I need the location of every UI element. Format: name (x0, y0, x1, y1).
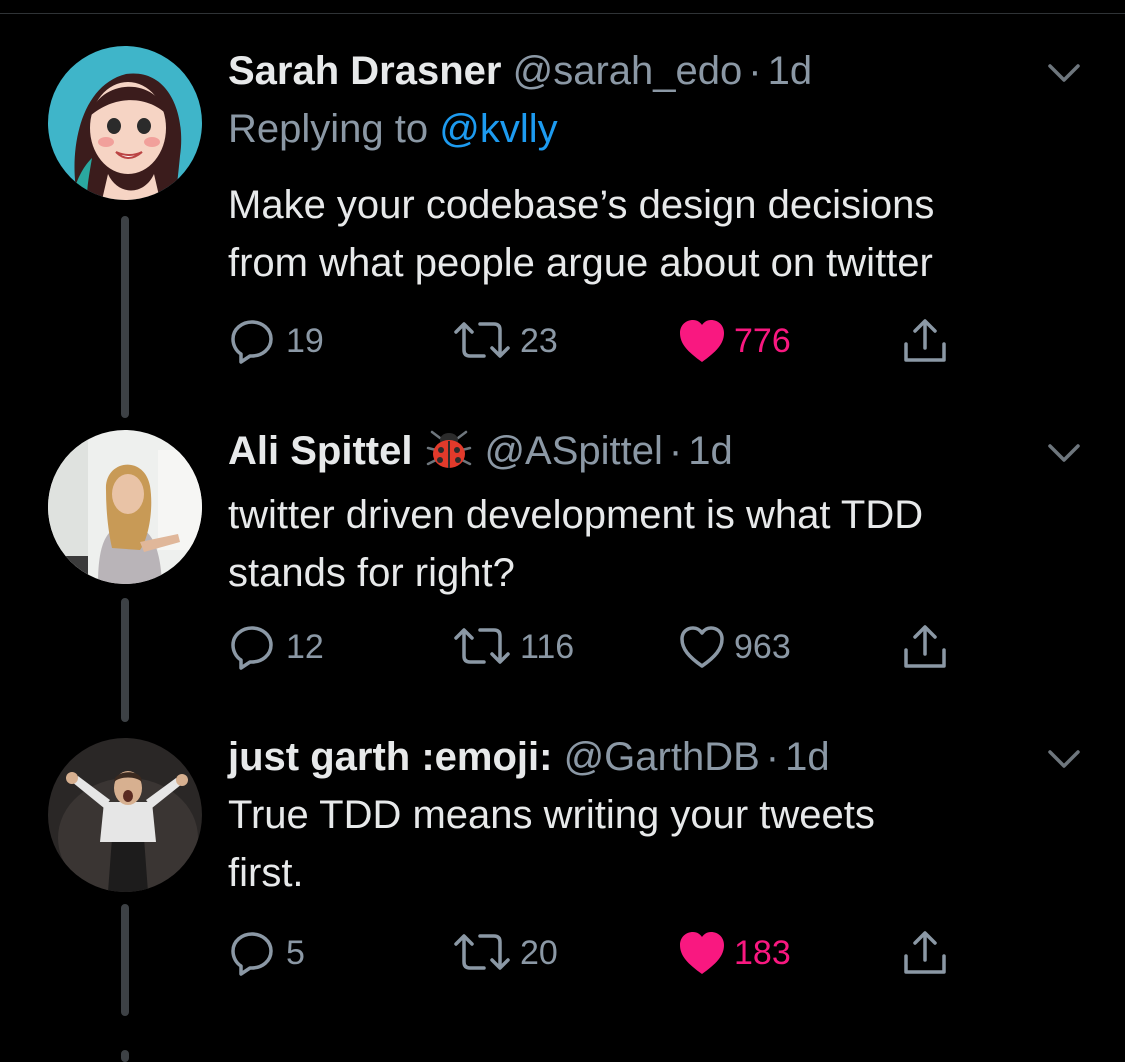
thread-line (121, 216, 129, 418)
tweet-text-line: True TDD means writing your tweets (228, 793, 875, 837)
retweet-icon (454, 934, 510, 970)
tweet-header: just garth :emoji: @GarthDB · 1d (228, 728, 1068, 786)
avatar[interactable] (48, 430, 202, 584)
separator: · (748, 49, 762, 93)
replying-mention-link[interactable]: @kvlly (439, 107, 557, 151)
share-icon (904, 319, 946, 362)
retweet-button[interactable]: 20 (452, 928, 558, 978)
replying-prefix: Replying to (228, 107, 429, 151)
reply-button[interactable]: 12 (228, 622, 324, 672)
share-button[interactable] (900, 316, 950, 366)
handle[interactable]: @sarah_edo (513, 49, 743, 93)
like-button[interactable]: 776 (678, 316, 791, 366)
chevron-down-icon[interactable] (1044, 440, 1084, 466)
like-button[interactable]: 183 (678, 928, 791, 978)
thread-line (121, 904, 129, 1016)
retweet-count: 116 (520, 628, 575, 666)
thread-line (121, 1050, 129, 1062)
timestamp[interactable]: 1d (768, 49, 813, 93)
share-icon (904, 625, 946, 668)
reply-count: 19 (286, 322, 324, 360)
retweet-count: 23 (520, 322, 558, 360)
display-name[interactable]: Ali Spittel (228, 429, 412, 473)
like-count: 963 (734, 628, 791, 666)
reply-icon (231, 626, 273, 670)
tweet-text-line: twitter driven development is what TDD (228, 493, 924, 537)
thread-line (121, 598, 129, 722)
separator: · (668, 429, 683, 473)
tweet-text-line: stands for right? (228, 551, 515, 595)
retweet-button[interactable]: 116 (452, 622, 574, 672)
photo-woman-avatar (48, 430, 202, 584)
share-button[interactable] (900, 928, 950, 978)
like-count: 776 (734, 322, 791, 360)
handle[interactable]: @GarthDB (564, 735, 760, 779)
display-name[interactable]: Sarah Drasner (228, 49, 501, 93)
reply-button[interactable]: 5 (228, 928, 305, 978)
tweet-actions: 19 23 776 (228, 316, 988, 366)
retweet-count: 20 (520, 934, 558, 972)
top-divider (0, 13, 1125, 14)
like-count: 183 (734, 934, 791, 972)
tweet-text-line: Make your codebase’s design decisions (228, 183, 935, 227)
tweet-text-line: first. (228, 851, 304, 895)
handle[interactable]: @ASpittel (484, 429, 662, 473)
chevron-down-icon[interactable] (1044, 60, 1084, 86)
timestamp[interactable]: 1d (785, 735, 830, 779)
reply-button[interactable]: 19 (228, 316, 324, 366)
chevron-down-icon[interactable] (1044, 746, 1084, 772)
tweet-actions: 12 116 963 (228, 622, 988, 672)
retweet-button[interactable]: 23 (452, 316, 558, 366)
avatar[interactable] (48, 738, 202, 892)
cartoon-woman-avatar (48, 46, 202, 200)
tweet-header: Sarah Drasner @sarah_edo · 1d (228, 42, 1068, 100)
tweet-text-line: from what people argue about on twitter (228, 241, 933, 285)
tweet-text: True TDD means writing your tweets first… (228, 786, 1068, 902)
retweet-icon (454, 322, 510, 358)
heart-outline-icon (680, 626, 724, 668)
separator: · (765, 735, 780, 779)
ladybug-icon (426, 428, 472, 486)
heart-filled-icon (680, 320, 724, 362)
tweet-text: twitter driven development is what TDD s… (228, 486, 1068, 602)
heart-filled-icon (680, 932, 724, 974)
reply-icon (231, 320, 273, 364)
reply-icon (231, 932, 273, 976)
like-button[interactable]: 963 (678, 622, 791, 672)
tweet-header: Ali Spittel @ASpittel · 1d (228, 422, 1068, 486)
tweet-actions: 5 20 183 (228, 928, 988, 978)
tweet-text: Make your codebase’s design decisions fr… (228, 176, 1068, 292)
retweet-icon (454, 628, 510, 664)
photo-boy-avatar (48, 738, 202, 892)
timestamp[interactable]: 1d (688, 429, 733, 473)
reply-count: 12 (286, 628, 324, 666)
avatar[interactable] (48, 46, 202, 200)
display-name[interactable]: just garth :emoji: (228, 735, 552, 779)
replying-to: Replying to @kvlly (228, 100, 1068, 158)
reply-count: 5 (286, 934, 305, 972)
share-icon (904, 931, 946, 974)
share-button[interactable] (900, 622, 950, 672)
